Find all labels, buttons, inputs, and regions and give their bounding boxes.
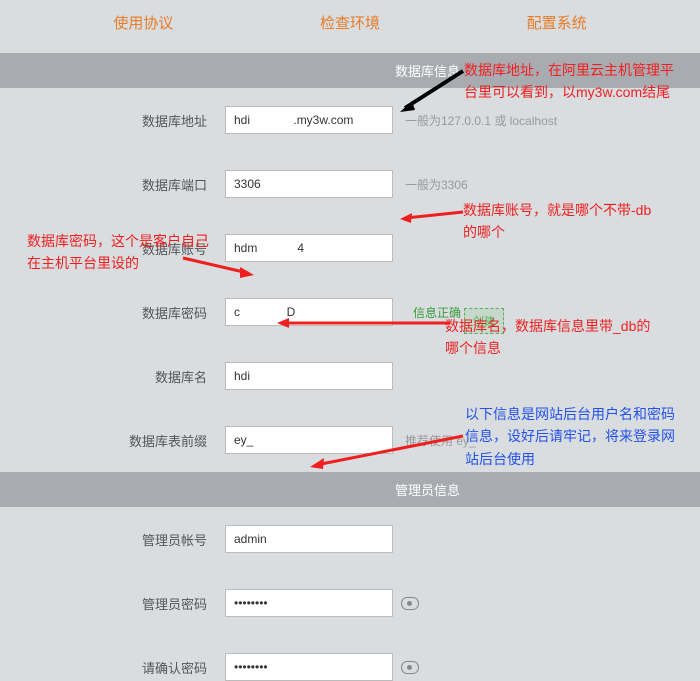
admin-user-label: 管理员帐号 xyxy=(0,530,225,549)
db-host-hint: 一般为127.0.0.1 或 localhost xyxy=(405,112,557,129)
tab-env[interactable]: 检查环境 xyxy=(320,12,380,33)
db-host-input[interactable] xyxy=(225,106,393,134)
db-prefix-label: 数据库表前缀 xyxy=(0,431,225,450)
db-pass-input[interactable] xyxy=(225,298,393,326)
tab-config[interactable]: 配置系统 xyxy=(527,12,587,33)
db-prefix-input[interactable] xyxy=(225,426,393,454)
admin-pass2-input[interactable] xyxy=(225,653,393,681)
tab-agreement[interactable]: 使用协议 xyxy=(113,12,173,33)
db-port-hint: 一般为3306 xyxy=(405,176,468,193)
eye-icon[interactable] xyxy=(401,661,419,674)
section-admin-info: 管理员信息 xyxy=(0,472,700,507)
admin-user-input[interactable] xyxy=(225,525,393,553)
db-port-label: 数据库端口 xyxy=(0,175,225,194)
db-user-input[interactable] xyxy=(225,234,393,262)
admin-pass2-label: 请确认密码 xyxy=(0,658,225,677)
db-host-label: 数据库地址 xyxy=(0,111,225,130)
db-prefix-hint: 推荐使用 ey_ xyxy=(405,432,476,449)
db-name-label: 数据库名 xyxy=(0,367,225,386)
db-user-label: 数据库账号 xyxy=(0,239,225,258)
db-pass-status: 信息正确 xyxy=(413,304,461,321)
db-create-badge: 创建 xyxy=(464,308,504,334)
db-pass-label: 数据库密码 xyxy=(0,303,225,322)
step-tabs: 使用协议 检查环境 配置系统 xyxy=(0,0,700,53)
db-port-input[interactable] xyxy=(225,170,393,198)
db-name-input[interactable] xyxy=(225,362,393,390)
admin-pass-input[interactable] xyxy=(225,589,393,617)
eye-icon[interactable] xyxy=(401,597,419,610)
section-db-info: 数据库信息 xyxy=(0,53,700,88)
admin-pass-label: 管理员密码 xyxy=(0,594,225,613)
